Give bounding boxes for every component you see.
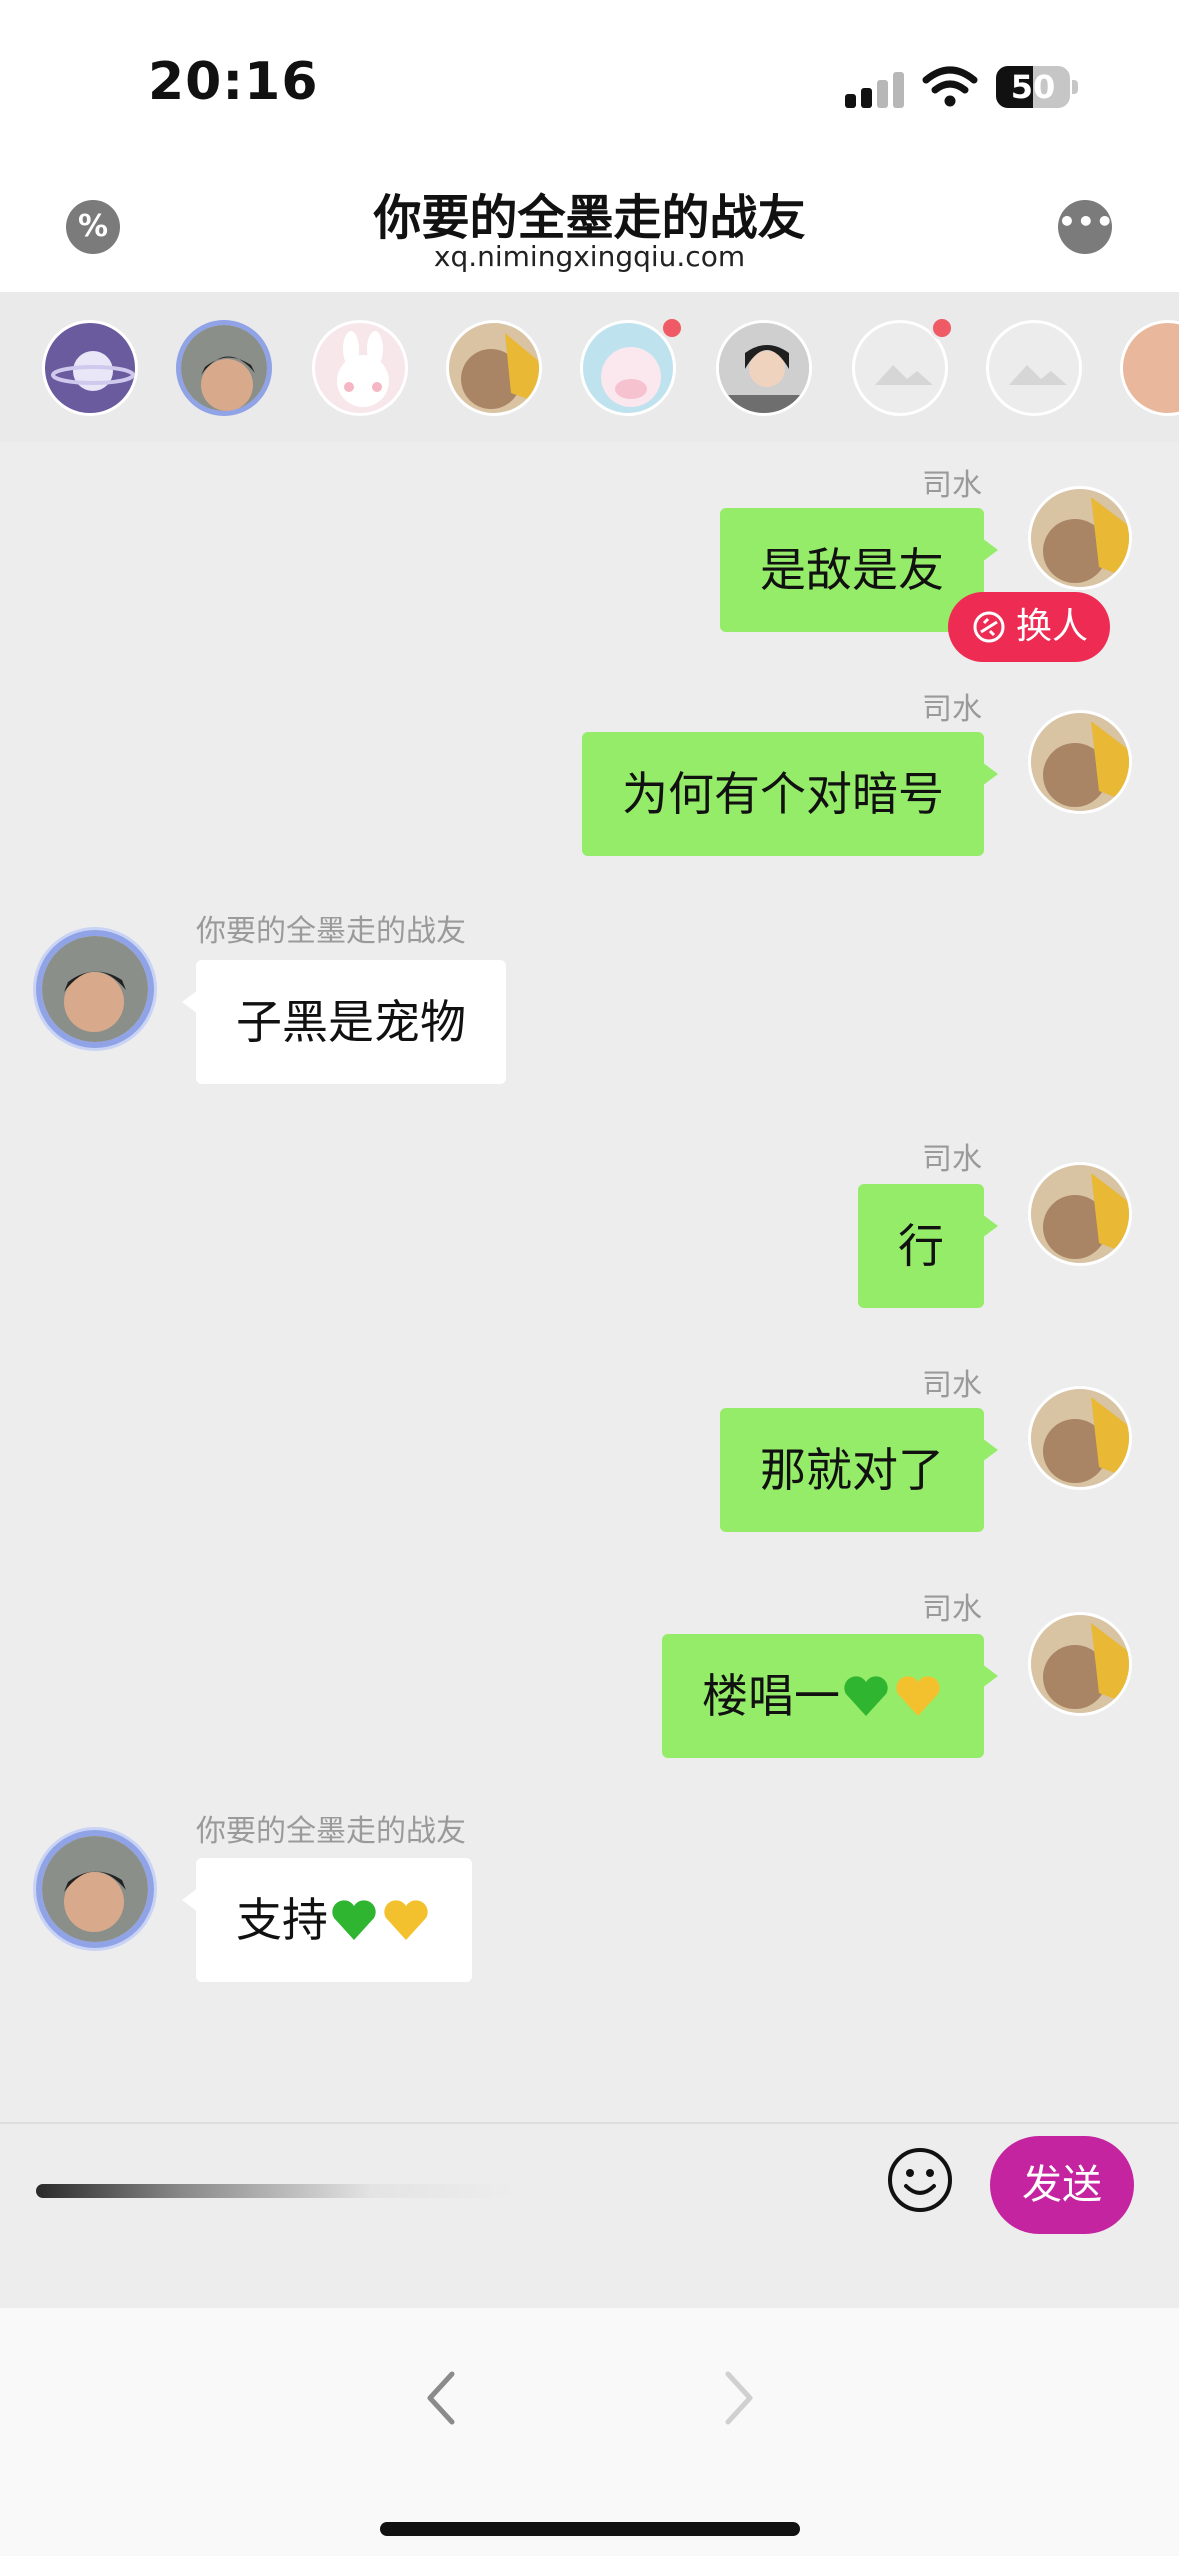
page-url: xq.nimingxingqiu.com	[433, 240, 746, 273]
my-avatar[interactable]	[1028, 486, 1132, 590]
message-text: 支持	[236, 1893, 328, 1947]
girl-icon	[719, 323, 809, 413]
more-options-icon[interactable]: •••	[1058, 200, 1114, 254]
battery-percent: 50	[1010, 68, 1056, 106]
message-bubble[interactable]: 那就对了	[720, 1408, 998, 1532]
strip-avatar-dog[interactable]	[446, 320, 542, 416]
message-bubble[interactable]: 为何有个对暗号	[582, 732, 998, 856]
sender-name: 你要的全墨走的战友	[196, 1814, 466, 1849]
bunny-icon	[337, 331, 389, 407]
unread-dot	[660, 316, 684, 340]
strip-avatar-placeholder-2[interactable]	[986, 320, 1082, 416]
contact-avatar[interactable]	[36, 1830, 154, 1948]
wifi-icon	[922, 66, 978, 107]
green-heart-icon	[844, 1675, 888, 1716]
send-button[interactable]: 发送	[990, 2136, 1134, 2234]
battery-icon: 50	[996, 66, 1078, 108]
message-composer: 发送	[0, 2122, 1179, 2308]
sender-name: 司水	[922, 1368, 982, 1403]
sender-name: 司水	[922, 692, 982, 727]
image-placeholder-icon	[1009, 365, 1067, 385]
sender-name: 你要的全墨走的战友	[196, 914, 466, 949]
strip-avatar-planet[interactable]	[42, 320, 138, 416]
message-bubble[interactable]: 是敌是友	[720, 508, 998, 632]
sender-name: 司水	[922, 468, 982, 503]
my-avatar[interactable]	[1028, 1612, 1132, 1716]
unread-dot-2	[930, 316, 954, 340]
sender-name: 司水	[922, 1142, 982, 1177]
message-bubble[interactable]: 支持	[182, 1858, 472, 1982]
pig-icon	[601, 347, 661, 407]
title-bar: % 你要的全墨走的战友 xq.nimingxingqiu.com •••	[0, 160, 1179, 292]
message-bubble[interactable]: 子黑是宠物	[182, 960, 506, 1084]
yellow-heart-icon	[384, 1899, 428, 1940]
home-indicator[interactable]	[380, 2522, 800, 2536]
green-heart-icon	[332, 1899, 376, 1940]
boy-face-icon	[181, 325, 267, 411]
my-avatar[interactable]	[1028, 1386, 1132, 1490]
emoji-icon[interactable]	[886, 2146, 954, 2214]
planet-icon	[51, 351, 135, 391]
my-avatar[interactable]	[1028, 710, 1132, 814]
contact-strip[interactable]	[0, 292, 1179, 442]
yellow-heart-icon	[896, 1675, 940, 1716]
message-bubble[interactable]: 行	[858, 1184, 998, 1308]
browser-bottom-bar	[0, 2308, 1179, 2556]
status-bar: 20:16 50	[0, 0, 1179, 160]
message-text: 楼唱一	[702, 1669, 840, 1723]
dog-icon	[461, 333, 539, 409]
swap-person-label: 换人	[1016, 606, 1089, 647]
swap-icon	[973, 611, 1005, 643]
strip-avatar-boy[interactable]	[176, 320, 272, 416]
my-avatar[interactable]	[1028, 1162, 1132, 1266]
swap-person-button[interactable]: 换人	[948, 592, 1110, 662]
back-chevron-icon[interactable]	[400, 2358, 480, 2438]
strip-avatar-girl[interactable]	[716, 320, 812, 416]
status-time: 20:16	[148, 52, 319, 112]
forward-chevron-icon[interactable]	[700, 2358, 780, 2438]
cellular-signal-icon	[845, 68, 905, 108]
strip-avatar-bunny[interactable]	[312, 320, 408, 416]
contact-avatar[interactable]	[36, 930, 154, 1048]
strip-avatar-face[interactable]	[1120, 320, 1179, 416]
message-input[interactable]	[36, 2184, 516, 2198]
page-title: 你要的全墨走的战友	[373, 190, 806, 246]
message-bubble[interactable]: 楼唱一	[662, 1634, 998, 1758]
chat-area[interactable]: 司水 是敌是友 换人 司水 为何有个对暗号 你要的全墨走的战友 子黑是宠物 司水…	[0, 442, 1179, 2122]
sender-name: 司水	[922, 1592, 982, 1627]
